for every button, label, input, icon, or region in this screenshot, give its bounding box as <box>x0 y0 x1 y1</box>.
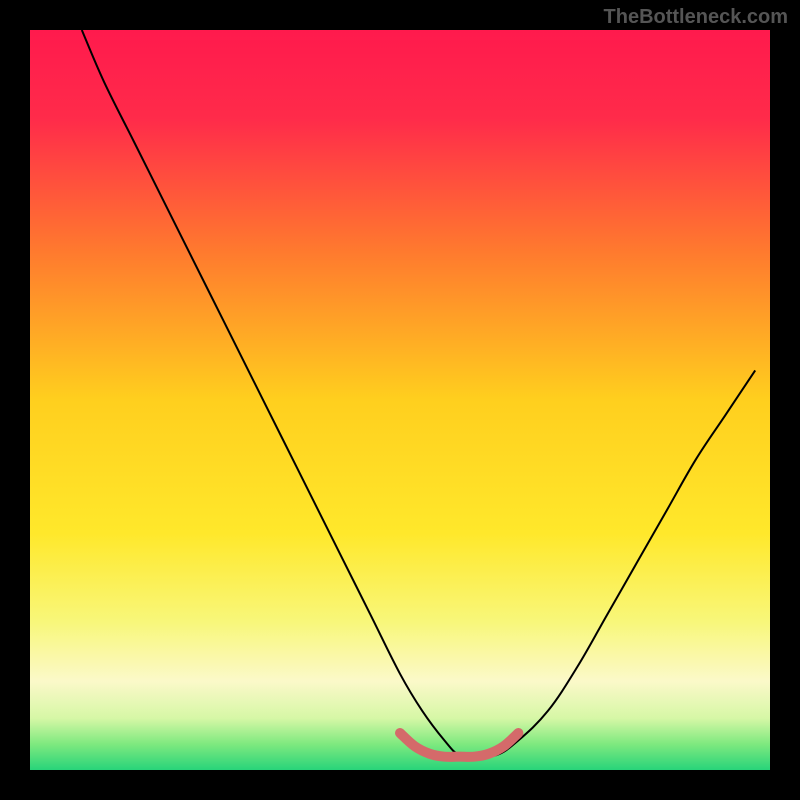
watermark-text: TheBottleneck.com <box>604 6 788 29</box>
plot-background <box>30 30 770 770</box>
bottleneck-chart <box>0 0 800 800</box>
chart-container: TheBottleneck.com <box>0 0 800 800</box>
